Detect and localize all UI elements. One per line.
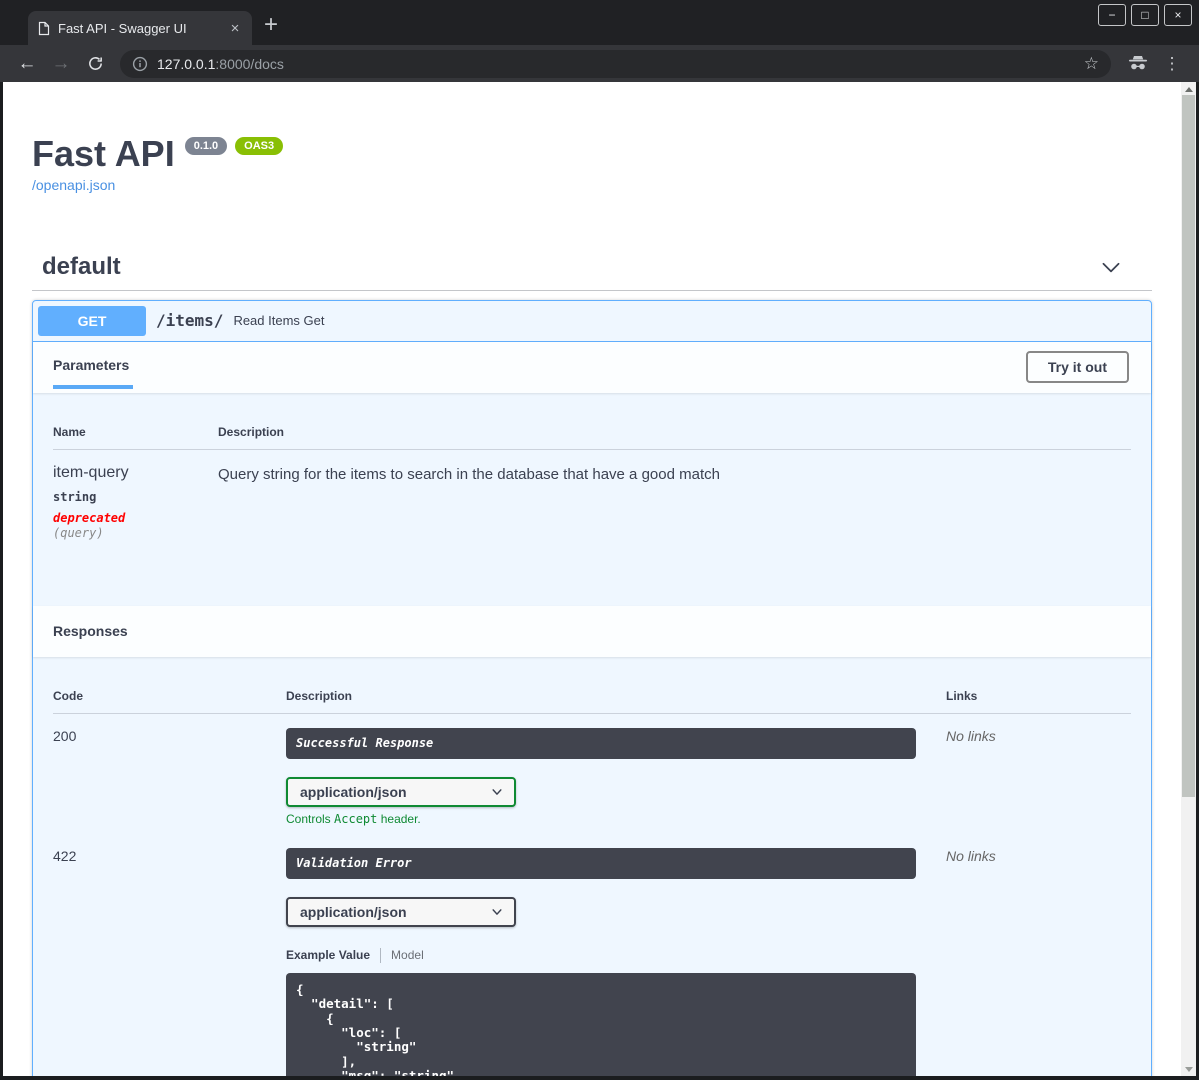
col-header-description: Description <box>286 688 353 703</box>
browser-window: Fast API - Swagger UI × + − □ × ← → 127.… <box>0 0 1199 1080</box>
url-text: 127.0.0.1:8000/docs <box>157 56 284 72</box>
oas3-badge: OAS3 <box>235 137 284 156</box>
tab-model[interactable]: Model <box>391 948 424 962</box>
controls-accept-note: Controls Accept header. <box>286 811 421 826</box>
try-it-out-button[interactable]: Try it out <box>1025 351 1129 384</box>
operation-summary: Read Items Get <box>233 313 325 329</box>
api-title-row: Fast API 0.1.0 OAS3 <box>32 135 1152 173</box>
scroll-up-icon[interactable] <box>1181 82 1196 96</box>
page-scrollbar[interactable] <box>1181 82 1196 1076</box>
address-bar[interactable]: 127.0.0.1:8000/docs ☆ <box>120 49 1111 78</box>
browser-toolbar: ← → 127.0.0.1:8000/docs ☆ ⋮ <box>0 45 1199 82</box>
media-type-select-200[interactable]: application/json <box>286 776 516 807</box>
response-links: No links <box>946 847 996 864</box>
tag-name: default <box>42 252 121 280</box>
responses-table: Code Description Links 200 Successful Re… <box>33 677 1151 1076</box>
example-model-tabs: Example Value Model <box>286 947 916 963</box>
media-type-value: application/json <box>300 903 407 920</box>
tab-parameters[interactable]: Parameters <box>53 357 134 389</box>
close-window-button[interactable]: × <box>1164 4 1192 26</box>
parameter-name-cell: item-query string deprecated (query) <box>53 464 218 540</box>
response-links: No links <box>946 727 996 744</box>
response-description-cell: Successful Response application/json Con… <box>286 727 916 826</box>
tab-divider <box>380 947 382 963</box>
response-code: 422 <box>53 847 77 864</box>
browser-menu-icon[interactable]: ⋮ <box>1157 49 1187 79</box>
page-viewport: Fast API 0.1.0 OAS3 /openapi.json defaul… <box>3 82 1196 1076</box>
col-header-name: Name <box>53 424 86 439</box>
swagger-ui: Fast API 0.1.0 OAS3 /openapi.json defaul… <box>3 135 1196 1076</box>
tab-title: Fast API - Swagger UI <box>58 20 187 36</box>
collapse-chevron-icon[interactable] <box>1098 254 1124 280</box>
parameters-header: Parameters Try it out <box>33 341 1151 393</box>
tab-close-icon[interactable]: × <box>226 19 244 37</box>
parameter-type: string <box>53 489 97 504</box>
operation-path: /items/ <box>156 311 224 331</box>
scrollbar-thumb[interactable] <box>1182 95 1195 797</box>
url-path: :8000/docs <box>215 55 284 72</box>
minimize-button[interactable]: − <box>1098 4 1126 26</box>
opblock-get-items: GET /items/ Read Items Get Parameters Tr… <box>32 299 1152 1076</box>
parameters-table: Name Description item-query string depre… <box>33 413 1151 606</box>
chevron-down-icon <box>490 785 504 799</box>
tag-header[interactable]: default <box>32 245 1152 291</box>
method-badge-get: GET <box>38 305 146 336</box>
tab-example-value[interactable]: Example Value <box>286 948 370 962</box>
page-title: Fast API <box>32 133 175 174</box>
response-description-cell: Validation Error application/json Exampl… <box>286 847 916 1076</box>
tag-section-default: default GET /items/ Read Items Get Param… <box>32 245 1152 1076</box>
parameter-name: item-query <box>53 463 129 481</box>
site-info-icon[interactable] <box>132 56 148 72</box>
responses-header: Responses <box>33 605 1151 657</box>
back-button[interactable]: ← <box>12 49 42 79</box>
responses-table-head: Code Description Links <box>53 677 1131 714</box>
tab-strip: Fast API - Swagger UI × + − □ × <box>0 0 1199 45</box>
reload-button[interactable] <box>80 49 110 79</box>
opblock-summary[interactable]: GET /items/ Read Items Get <box>33 301 1151 342</box>
openapi-spec-link[interactable]: /openapi.json <box>32 177 115 193</box>
scroll-down-icon[interactable] <box>1181 1062 1196 1076</box>
response-code: 200 <box>53 727 77 744</box>
browser-tab[interactable]: Fast API - Swagger UI × <box>28 11 252 45</box>
new-tab-button[interactable]: + <box>264 13 278 37</box>
forward-button[interactable]: → <box>46 49 76 79</box>
chevron-down-icon <box>490 905 504 919</box>
parameter-location: (query) <box>53 525 104 540</box>
parameter-deprecated-label: deprecated <box>53 510 126 525</box>
title-badges: 0.1.0 OAS3 <box>184 137 284 156</box>
bookmark-star-icon[interactable]: ☆ <box>1084 54 1099 74</box>
parameters-table-head: Name Description <box>53 413 1131 450</box>
incognito-icon <box>1123 49 1153 79</box>
col-header-description: Description <box>218 424 285 439</box>
response-row-422: 422 Validation Error application/json Ex… <box>53 834 1131 1076</box>
media-type-select-422[interactable]: application/json <box>286 896 516 927</box>
maximize-button[interactable]: □ <box>1131 4 1159 26</box>
col-header-links: Links <box>946 688 978 703</box>
col-header-code: Code <box>53 688 83 703</box>
response-description: Successful Response <box>286 727 916 759</box>
version-badge: 0.1.0 <box>184 137 228 156</box>
window-controls: − □ × <box>1098 4 1192 26</box>
media-type-value: application/json <box>300 783 407 800</box>
parameter-row: item-query string deprecated (query) Que… <box>53 450 1131 606</box>
example-json-block: { "detail": [ { "loc": [ "string" ], "ms… <box>286 972 916 1076</box>
response-row-200: 200 Successful Response application/json… <box>53 714 1131 834</box>
responses-title: Responses <box>53 623 128 640</box>
response-description: Validation Error <box>286 847 916 879</box>
url-host: 127.0.0.1 <box>157 55 216 72</box>
parameter-description: Query string for the items to search in … <box>218 465 720 483</box>
favicon-document-icon <box>38 21 50 36</box>
